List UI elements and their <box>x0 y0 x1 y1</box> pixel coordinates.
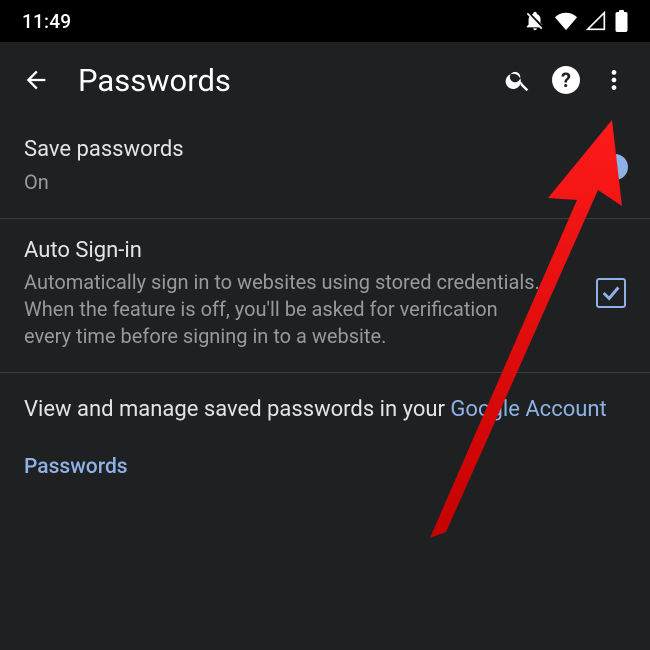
save-passwords-switch[interactable] <box>578 152 626 180</box>
manage-passwords-text: View and manage saved passwords in your … <box>0 373 650 425</box>
search-button[interactable] <box>494 56 542 104</box>
passwords-section-header: Passwords <box>0 425 650 489</box>
back-button[interactable] <box>12 56 60 104</box>
checkmark-icon <box>600 282 622 304</box>
status-icons <box>524 10 628 32</box>
save-passwords-setting[interactable]: Save passwords On <box>0 118 650 218</box>
notifications-off-icon <box>524 10 546 32</box>
auto-signin-label: Auto Sign-in <box>24 237 576 266</box>
android-status-bar: 11:49 <box>0 0 650 42</box>
save-passwords-label: Save passwords <box>24 136 578 165</box>
auto-signin-description: Automatically sign in to websites using … <box>24 269 544 350</box>
wifi-icon <box>555 10 577 32</box>
save-passwords-status: On <box>24 169 544 196</box>
auto-signin-checkbox[interactable] <box>596 278 626 308</box>
page-title: Passwords <box>78 62 494 99</box>
clock: 11:49 <box>22 10 71 33</box>
more-vert-icon <box>601 67 627 93</box>
google-account-link[interactable]: Google Account <box>450 397 606 422</box>
battery-icon <box>615 10 628 32</box>
app-bar: Passwords ? <box>0 42 650 118</box>
more-menu-button[interactable] <box>590 56 638 104</box>
switch-thumb-icon <box>602 154 628 180</box>
search-icon <box>504 66 532 94</box>
cellular-signal-icon <box>586 11 606 31</box>
manage-passwords-prefix: View and manage saved passwords in your <box>24 397 450 422</box>
arrow-back-icon <box>22 66 50 94</box>
help-button[interactable]: ? <box>542 56 590 104</box>
help-icon: ? <box>552 66 580 94</box>
auto-signin-setting[interactable]: Auto Sign-in Automatically sign in to we… <box>0 219 650 373</box>
